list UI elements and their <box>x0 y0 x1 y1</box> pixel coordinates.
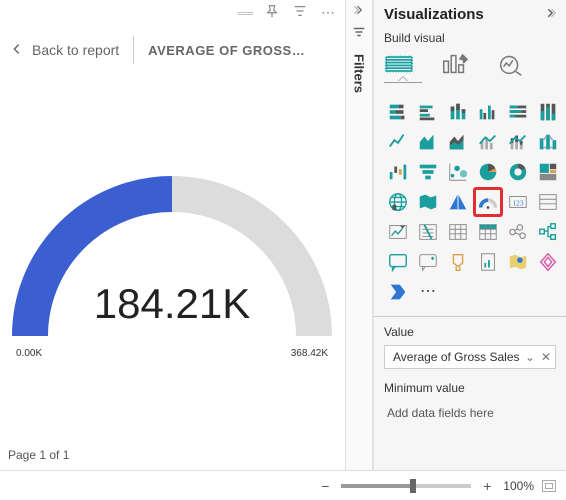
line-viz[interactable] <box>384 128 412 156</box>
stacked-bar-viz[interactable] <box>384 98 412 126</box>
gauge-min-label: 0.00K <box>16 348 42 359</box>
combo-column-line-viz[interactable] <box>474 128 502 156</box>
gauge-value-label: 184.21K <box>12 280 332 328</box>
value-field-well[interactable]: Average of Gross Sales ⌄ ✕ <box>384 345 556 369</box>
goals-viz[interactable] <box>444 248 472 276</box>
azure-map-viz[interactable] <box>444 188 472 216</box>
stacked-area-viz[interactable] <box>444 128 472 156</box>
r-visual-viz[interactable] <box>504 218 532 246</box>
more-icon[interactable]: ⋯ <box>321 4 335 21</box>
stacked-column-viz[interactable] <box>444 98 472 126</box>
zoom-in-button[interactable]: + <box>479 478 495 494</box>
clustered-bar-viz[interactable] <box>414 98 442 126</box>
panel-title: Visualizations <box>384 6 484 23</box>
zoom-out-button[interactable]: − <box>317 478 333 494</box>
table-viz[interactable] <box>444 218 472 246</box>
filter-icon <box>346 23 372 48</box>
treemap-viz[interactable] <box>534 158 562 186</box>
scatter-viz[interactable] <box>444 158 472 186</box>
fit-to-page-button[interactable] <box>542 480 556 492</box>
pie-viz[interactable] <box>474 158 502 186</box>
value-field-name: Average of Gross Sales <box>393 350 520 364</box>
tile-header: Back to report AVERAGE OF GROSS SAL... <box>10 30 335 70</box>
chevron-left-icon[interactable] <box>10 42 24 59</box>
tab-format-visual[interactable] <box>440 51 470 80</box>
map-viz[interactable] <box>384 188 412 216</box>
filters-label: Filters <box>352 54 367 93</box>
viz-type-grid: 123 ⋯ <box>384 98 556 306</box>
area-viz[interactable] <box>414 128 442 156</box>
remove-field-icon[interactable]: ✕ <box>541 350 551 364</box>
hundred-stacked-bar-viz[interactable] <box>504 98 532 126</box>
min-section-label: Minimum value <box>384 381 556 395</box>
tile-toolbar: ══ ⋯ <box>238 4 335 21</box>
gauge-chart[interactable]: 184.21K 0.00K 368.42K <box>12 160 332 343</box>
page-indicator: Page 1 of 1 <box>8 448 69 462</box>
back-to-report-link[interactable]: Back to report <box>32 42 119 58</box>
waterfall-viz[interactable] <box>384 158 412 186</box>
power-apps-viz[interactable] <box>534 248 562 276</box>
report-canvas: ══ ⋯ Back to report AVERAGE OF GROSS SAL… <box>0 0 345 470</box>
value-section-label: Value <box>384 325 556 339</box>
filled-map-viz[interactable] <box>414 188 442 216</box>
decomposition-tree-viz[interactable] <box>534 218 562 246</box>
grip-icon[interactable]: ══ <box>238 6 251 20</box>
multirow-card-viz[interactable] <box>534 188 562 216</box>
tab-build-visual[interactable] <box>384 51 414 80</box>
arcgis-map-viz[interactable] <box>504 248 532 276</box>
tab-analytics[interactable] <box>496 51 526 80</box>
min-field-well[interactable]: Add data fields here <box>384 401 556 425</box>
qa-viz[interactable] <box>384 248 412 276</box>
zoom-slider[interactable] <box>341 484 471 488</box>
visualizations-panel: Visualizations Build visual <box>373 0 566 470</box>
combo-stacked-line-viz[interactable] <box>504 128 532 156</box>
gauge-max-label: 368.42K <box>291 348 328 359</box>
chevron-left-icon[interactable] <box>346 0 372 23</box>
gauge-viz[interactable] <box>474 188 502 216</box>
tile-title: AVERAGE OF GROSS SAL... <box>148 43 308 58</box>
divider <box>374 316 566 317</box>
ribbon-viz[interactable] <box>534 128 562 156</box>
matrix-viz[interactable] <box>474 218 502 246</box>
slicer-viz[interactable] <box>414 218 442 246</box>
funnel-viz[interactable] <box>414 158 442 186</box>
build-tabs <box>384 51 556 80</box>
paginated-report-viz[interactable] <box>474 248 502 276</box>
build-visual-label: Build visual <box>384 31 556 45</box>
status-bar: − + 100% <box>0 470 566 500</box>
card-viz[interactable]: 123 <box>504 188 532 216</box>
pin-icon[interactable] <box>265 4 279 21</box>
zoom-percent-label: 100% <box>503 479 534 493</box>
kpi-viz[interactable] <box>384 218 412 246</box>
chevron-down-icon[interactable]: ⌄ <box>525 350 535 364</box>
donut-viz[interactable] <box>504 158 532 186</box>
hundred-stacked-column-viz[interactable] <box>534 98 562 126</box>
smart-narrative-viz[interactable] <box>414 248 442 276</box>
more-visuals-button[interactable]: ⋯ <box>414 278 442 306</box>
svg-text:123: 123 <box>513 199 524 208</box>
filters-pane-collapsed[interactable]: Filters <box>345 0 373 470</box>
power-automate-viz[interactable] <box>384 278 412 306</box>
filter-icon[interactable] <box>293 4 307 21</box>
expand-icon[interactable] <box>544 7 556 22</box>
divider <box>133 36 134 64</box>
clustered-column-viz[interactable] <box>474 98 502 126</box>
